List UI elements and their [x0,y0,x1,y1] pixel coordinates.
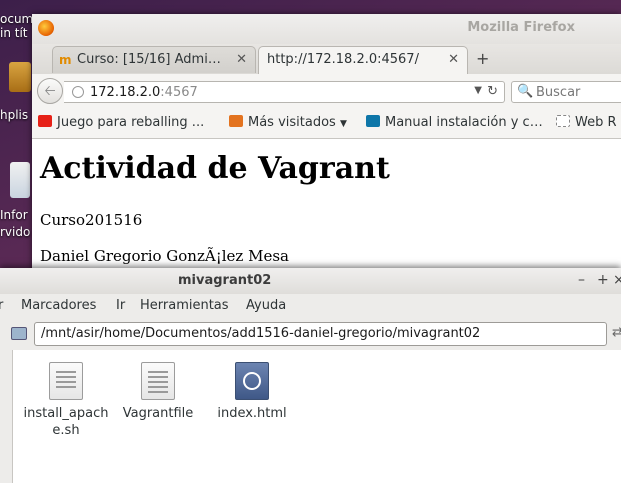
navigation-toolbar: 172.18.2.0:4567 ▼ ↻ 🡠 🔍 Buscar [32,74,621,108]
file-name: index.html [217,406,287,421]
tab-bar: m Curso: [15/16] Admi… ✕ http://172.18.2… [32,44,621,75]
url-bar[interactable]: 172.18.2.0:4567 ▼ ↻ [64,81,505,103]
firefox-titlebar[interactable]: Mozilla Firefox [32,14,621,44]
html-file-icon [235,362,269,400]
desktop-label: Infor [0,208,28,222]
moodle-icon: m [59,53,72,67]
desktop-folder-icon[interactable] [9,62,31,92]
close-icon[interactable]: ✕ [236,52,247,67]
bookmark-folder-mas-visitados[interactable]: Más visitados ▼ [229,115,347,130]
tab-label: Curso: [15/16] Admi… [77,52,221,67]
menu-bar: er Marcadores Ir Herramientas Ayuda [0,294,621,318]
firefox-logo-icon [38,20,54,36]
back-arrow-icon: 🡠 [44,83,56,99]
tab-curso[interactable]: m Curso: [15/16] Admi… ✕ [52,46,256,73]
bookmark-item[interactable]: Manual instalación y c… [366,115,543,130]
search-box[interactable]: 🔍 Buscar [511,81,621,103]
close-icon[interactable]: ✕ [448,52,459,67]
page-icon [556,115,570,127]
firefox-window: Mozilla Firefox m Curso: [15/16] Admi… ✕… [32,14,621,274]
page-content: Actividad de Vagrant Curso201516 Daniel … [32,139,621,274]
desktop-document-icon[interactable] [10,162,30,198]
toggle-icon[interactable]: ⇄ [612,325,621,340]
url-text: 172.18.2.0:4567 [90,85,198,100]
minimize-button[interactable]: – [578,272,585,288]
window-title: mivagrant02 [178,273,272,288]
file-view: install_apache.sh Vagrantfile index.html [0,350,621,483]
chevron-down-icon: ▼ [339,119,347,129]
youtube-icon [38,115,52,127]
search-placeholder: Buscar [536,85,581,100]
tab-localhost[interactable]: http://172.18.2.0:4567/ ✕ [258,46,468,75]
file-item[interactable]: Vagrantfile [112,362,204,422]
file-item[interactable]: index.html [206,362,298,422]
search-icon: 🔍 [517,84,534,99]
reload-icon[interactable]: ↻ [487,84,498,99]
globe-icon [72,86,84,98]
close-button[interactable]: × [613,272,621,288]
drive-icon[interactable] [11,327,27,340]
back-button[interactable]: 🡠 [37,78,63,104]
location-path: /mnt/asir/home/Documentos/add1516-daniel… [41,326,481,341]
bookmark-item[interactable]: Juego para reballing ... [38,115,204,130]
location-bar: /mnt/asir/home/Documentos/add1516-daniel… [0,318,621,351]
menu-herramientas[interactable]: Herramientas [140,298,229,313]
linkedin-icon [366,115,380,127]
new-tab-button[interactable]: + [476,49,489,68]
bookmark-item[interactable]: Web R [556,115,617,130]
desktop-label: rvido [0,225,31,239]
menu-ayuda[interactable]: Ayuda [246,298,286,313]
location-input[interactable]: /mnt/asir/home/Documentos/add1516-daniel… [34,322,607,346]
bookmarks-toolbar: Juego para reballing ... Más visitados ▼… [32,108,621,139]
file-item[interactable]: install_apache.sh [20,362,112,439]
file-name: Vagrantfile [122,406,194,421]
maximize-button[interactable]: + [597,272,609,288]
menu-marcadores[interactable]: Marcadores [21,298,96,313]
page-heading: Actividad de Vagrant [40,151,390,186]
chevron-down-icon[interactable]: ▼ [474,85,482,96]
sidebar [0,350,13,483]
desktop-label: in tít [0,26,28,40]
menu-ir[interactable]: Ir [116,298,125,313]
file-name: install_apache.sh [23,406,109,438]
desktop-label: hplis [0,108,29,122]
rss-icon [229,115,243,127]
menu-ver[interactable]: er [0,298,3,313]
window-title: Mozilla Firefox [467,20,575,35]
page-paragraph: Daniel Gregorio GonzÃ¡lez Mesa [40,247,289,265]
shell-script-icon [49,362,83,400]
file-manager-window: mivagrant02 – + × er Marcadores Ir Herra… [0,268,621,483]
tab-label: http://172.18.2.0:4567/ [267,52,419,67]
file-manager-titlebar[interactable]: mivagrant02 – + × [0,268,621,294]
page-paragraph: Curso201516 [40,211,143,229]
text-file-icon [141,362,175,400]
